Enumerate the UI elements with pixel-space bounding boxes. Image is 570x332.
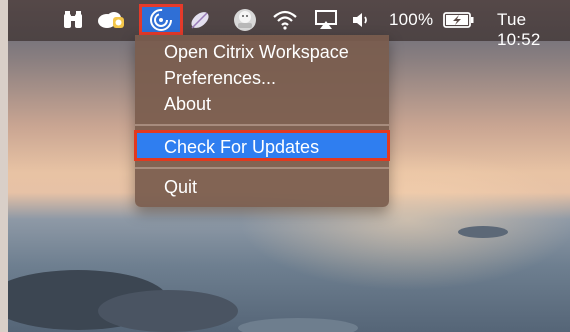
menu-item-preferences[interactable]: Preferences... xyxy=(164,67,276,89)
menu-item-open-citrix-workspace[interactable]: Open Citrix Workspace xyxy=(164,41,349,63)
menu-separator xyxy=(135,124,389,126)
battery-percent: 100% xyxy=(389,10,434,29)
volume-icon[interactable] xyxy=(346,5,376,35)
wallpaper-island xyxy=(98,290,238,332)
wifi-icon[interactable] xyxy=(270,5,300,35)
menu-separator xyxy=(135,167,389,169)
menu-item-check-for-updates[interactable]: Check For Updates xyxy=(135,133,389,161)
onedrive-cloud-icon[interactable] xyxy=(96,5,126,35)
citrix-workspace-icon[interactable] xyxy=(139,4,183,35)
wallpaper-island xyxy=(458,226,508,238)
wallpaper-island xyxy=(238,318,358,332)
citrix-dropdown-menu: Open Citrix Workspace Preferences... Abo… xyxy=(135,35,389,207)
menubar-clock[interactable]: Tue 10:52 xyxy=(497,10,570,50)
airplay-icon[interactable] xyxy=(311,5,341,35)
menu-item-label: Check For Updates xyxy=(164,137,320,157)
feather-icon[interactable] xyxy=(185,5,215,35)
menu-item-quit[interactable]: Quit xyxy=(164,176,197,198)
menu-item-about[interactable]: About xyxy=(164,93,211,115)
battery-charging-icon[interactable] xyxy=(442,5,476,35)
blob-face-icon[interactable] xyxy=(230,5,260,35)
binoculars-icon[interactable] xyxy=(58,5,88,35)
